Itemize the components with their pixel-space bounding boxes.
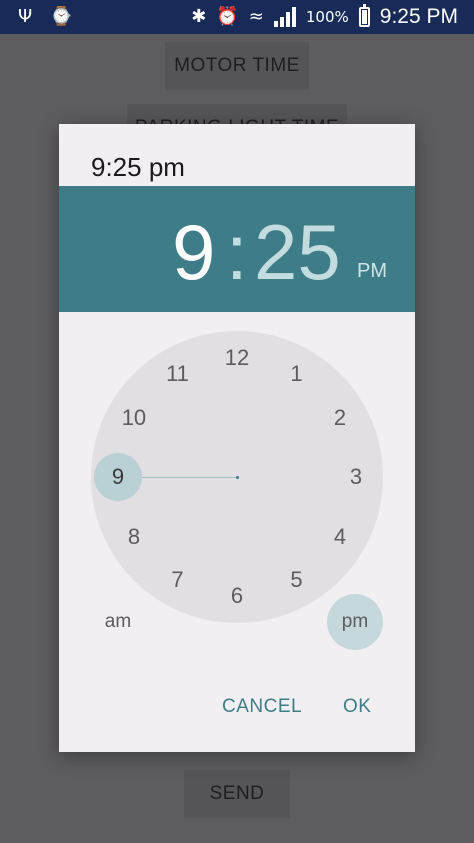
clock-number-7[interactable]: 7 <box>158 565 198 595</box>
am-button[interactable]: am <box>90 594 146 650</box>
time-header: 9 : 25 PM <box>59 186 415 312</box>
status-bar: Ψ ⌚ ✱ ⏰ ≈ 100% 9:25 PM <box>0 0 474 34</box>
clock-center-dot <box>235 475 239 479</box>
header-ampm[interactable]: PM <box>357 260 387 283</box>
wifi-icon: ≈ <box>248 6 264 27</box>
clock-number-4[interactable]: 4 <box>320 522 360 552</box>
usb-icon: Ψ <box>18 6 33 27</box>
clock-number-12[interactable]: 12 <box>217 343 257 373</box>
status-bar-right: ✱ ⏰ ≈ 100% 9:25 PM <box>191 4 458 29</box>
time-picker-dialog: 9:25 pm 9 : 25 PM 12 1 2 3 4 5 6 7 8 9 10 11 am pm … <box>59 124 415 752</box>
clock-number-6[interactable]: 6 <box>217 581 257 611</box>
clock-face[interactable]: 12 1 2 3 4 5 6 7 8 9 10 11 <box>91 331 383 623</box>
bluetooth-icon: ✱ <box>191 6 207 27</box>
header-minute[interactable]: 25 <box>254 212 341 292</box>
dialog-title: 9:25 pm <box>91 152 185 182</box>
clock-number-1[interactable]: 1 <box>277 359 317 389</box>
clock-number-10[interactable]: 10 <box>114 403 154 433</box>
clock-number-3[interactable]: 3 <box>336 462 376 492</box>
send-button[interactable]: SEND <box>184 770 290 818</box>
signal-icon <box>273 7 296 27</box>
clock-number-2[interactable]: 2 <box>320 403 360 433</box>
battery-icon <box>358 4 370 27</box>
watch-icon: ⌚ <box>50 6 73 27</box>
clock-number-8[interactable]: 8 <box>114 522 154 552</box>
clock-number-9[interactable]: 9 <box>98 462 138 492</box>
status-clock: 9:25 PM <box>379 5 458 28</box>
clock-number-11[interactable]: 11 <box>158 359 198 389</box>
clock-hand <box>142 477 237 478</box>
alarm-icon: ⏰ <box>216 6 239 27</box>
motor-time-button[interactable]: MOTOR TIME <box>165 42 309 90</box>
battery-percent: 100% <box>305 8 349 26</box>
clock-number-5[interactable]: 5 <box>277 565 317 595</box>
ok-button[interactable]: OK <box>343 696 371 718</box>
pm-button[interactable]: pm <box>327 594 383 650</box>
status-bar-left: Ψ ⌚ <box>18 6 73 28</box>
cancel-button[interactable]: CANCEL <box>222 696 302 718</box>
header-hour[interactable]: 9 <box>172 212 215 292</box>
header-separator: : <box>226 208 248 296</box>
